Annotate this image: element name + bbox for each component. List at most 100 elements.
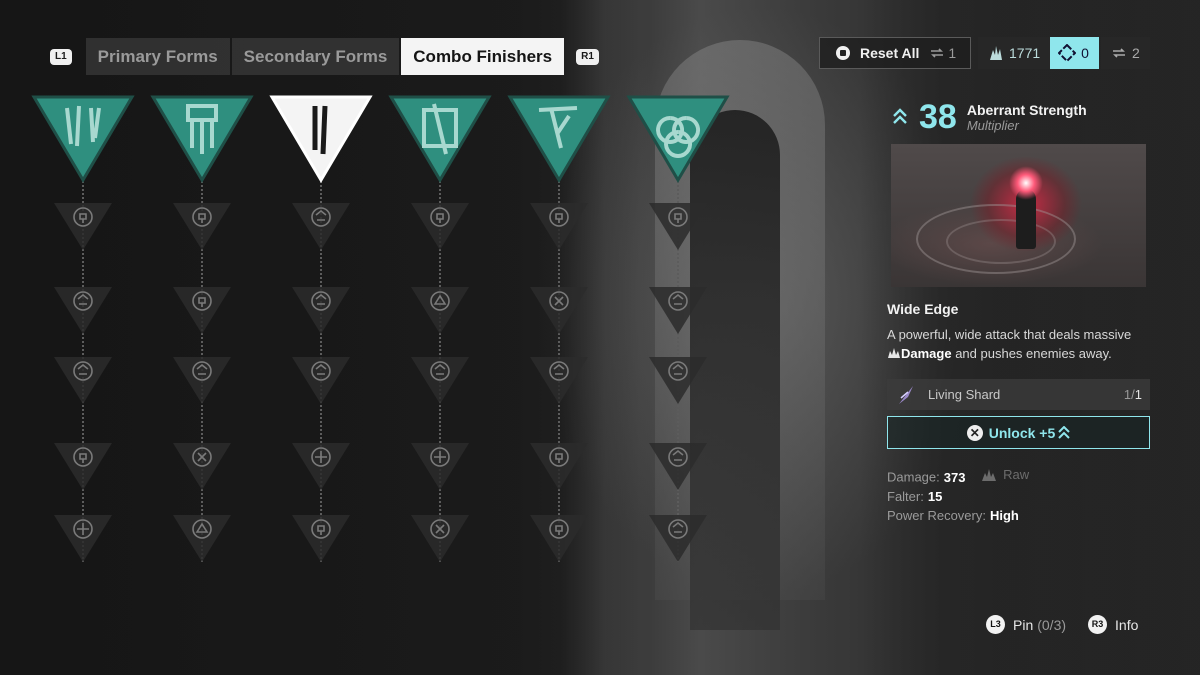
anchor-icon[interactable] xyxy=(290,512,352,564)
preview-ring-inner xyxy=(946,219,1056,264)
target-face-icon[interactable] xyxy=(171,284,233,336)
skull-plus-icon[interactable] xyxy=(290,284,352,336)
r3-button-icon[interactable]: R3 xyxy=(1088,615,1108,634)
preview-glow xyxy=(1009,166,1043,200)
skull-rays-icon[interactable] xyxy=(171,354,233,406)
shield-target-icon[interactable] xyxy=(528,284,590,336)
description-tail: and pushes enemies away. xyxy=(955,346,1112,361)
attribute-subtitle: Multiplier xyxy=(966,117,1019,133)
r1-button-hint[interactable]: R1 xyxy=(576,48,599,65)
skill-name: Wide Edge xyxy=(887,301,959,317)
skull-drip-icon[interactable] xyxy=(409,354,471,406)
thorn-icon[interactable] xyxy=(507,94,611,184)
reset-cost-value: 1 xyxy=(948,45,957,61)
cycle-open-icon[interactable] xyxy=(647,440,709,492)
flame-circle-icon[interactable] xyxy=(409,440,471,492)
description-text: A powerful, wide attack that deals massi… xyxy=(887,327,1132,342)
chevron-up-icon[interactable] xyxy=(52,354,114,406)
currency-b-value: 0 xyxy=(1081,45,1089,61)
rings-icon[interactable] xyxy=(626,94,730,184)
tab-combo-finishers[interactable]: Combo Finishers xyxy=(401,38,565,75)
control-hints: L3 Pin (0/3) R3 Info xyxy=(986,615,1138,634)
skill-column xyxy=(385,92,495,572)
requirement-name: Living Shard xyxy=(928,387,1001,402)
swirl-icon[interactable] xyxy=(647,512,709,564)
cross-circle-icon[interactable] xyxy=(52,512,114,564)
currency-b: 0 xyxy=(1050,37,1099,69)
tab-secondary-forms[interactable]: Secondary Forms xyxy=(231,38,400,75)
skill-stats: Damage: 373 Raw Falter: 15 Power Recovery:… xyxy=(887,465,1150,525)
clock-target-icon[interactable] xyxy=(290,440,352,492)
currency-c-value: 2 xyxy=(1131,45,1140,61)
fist-icon[interactable] xyxy=(409,284,471,336)
skill-column xyxy=(623,92,733,572)
damage-label: Damage: xyxy=(887,469,940,485)
attribute-name: Aberrant Strength xyxy=(966,101,1087,118)
requirement-have: 1 xyxy=(1123,387,1132,402)
respec-icon xyxy=(931,48,944,58)
power-recovery-value: High xyxy=(989,507,1019,523)
double-chevron-up-icon xyxy=(893,108,907,124)
hand-icon[interactable] xyxy=(171,512,233,564)
skill-column xyxy=(28,92,138,572)
pin-up-icon[interactable] xyxy=(52,440,114,492)
skill-column xyxy=(266,92,376,572)
stack-down-icon[interactable] xyxy=(290,200,352,252)
reset-all-button[interactable]: Reset All 1 xyxy=(819,37,971,69)
falter-value: 15 xyxy=(927,488,943,504)
required-level: 38 xyxy=(919,97,957,136)
requirement-row: Living Shard 1/1 xyxy=(887,379,1150,410)
damage-value: 373 xyxy=(943,469,966,485)
resource-bar: Reset All 1 1771 0 2 xyxy=(819,37,1150,69)
info-label[interactable]: Info xyxy=(1115,617,1138,633)
circle-down-icon[interactable] xyxy=(171,200,233,252)
skill-column xyxy=(147,92,257,572)
banner-icon[interactable] xyxy=(150,94,254,184)
cross-button-icon: ✕ xyxy=(966,424,983,441)
l1-button-hint[interactable]: L1 xyxy=(50,48,72,65)
currency-c: 2 xyxy=(1100,37,1150,69)
currency-a-value: 1771 xyxy=(1009,45,1041,61)
requirement-count: 1/1 xyxy=(1123,387,1142,402)
blade-icon[interactable] xyxy=(269,94,373,184)
l3-button-icon[interactable]: L3 xyxy=(986,615,1005,634)
unlock-button[interactable]: ✕ Unlock +5 xyxy=(887,416,1150,449)
skull-burst-icon[interactable] xyxy=(52,200,114,252)
damage-flame-icon xyxy=(888,348,900,358)
infinity-icon[interactable] xyxy=(409,512,471,564)
power-recovery-label: Power Recovery: xyxy=(887,507,986,523)
burst-flame-icon[interactable] xyxy=(528,440,590,492)
twin-blades-icon[interactable] xyxy=(31,94,135,184)
damage-type: Raw xyxy=(981,465,1029,484)
skill-description: A powerful, wide attack that deals massi… xyxy=(887,325,1150,363)
flame-down-icon[interactable] xyxy=(647,354,709,406)
square-slash-icon[interactable] xyxy=(388,94,492,184)
skill-preview-image xyxy=(891,144,1146,287)
description-damage: Damage xyxy=(901,346,952,361)
skill-header: 38 Aberrant Strength Multiplier xyxy=(887,96,1150,138)
skull-cross-icon[interactable] xyxy=(528,200,590,252)
unlock-label: Unlock +5 xyxy=(988,424,1056,441)
face-circle-icon[interactable] xyxy=(528,512,590,564)
diamond-ring-icon xyxy=(1058,44,1077,62)
burst-icon[interactable] xyxy=(528,354,590,406)
skull-down-icon[interactable] xyxy=(52,284,114,336)
cycle-icon[interactable] xyxy=(647,284,709,336)
form-tabs: L1 Primary Forms Secondary Forms Combo F… xyxy=(50,38,599,75)
requirement-need: 1 xyxy=(1134,387,1142,402)
double-chevron-up-icon xyxy=(1058,425,1070,439)
star-cross-icon[interactable] xyxy=(290,354,352,406)
reset-cost: 1 xyxy=(929,45,956,61)
skull-cycle-icon[interactable] xyxy=(647,200,709,252)
tab-primary-forms[interactable]: Primary Forms xyxy=(85,38,230,75)
crystal-icon xyxy=(990,46,1002,60)
circle-wave-icon[interactable] xyxy=(409,200,471,252)
detail-panel: 38 Aberrant Strength Multiplier Wide Edg… xyxy=(887,96,1150,525)
currency-a: 1771 xyxy=(978,37,1051,69)
skill-column xyxy=(504,92,614,572)
damage-type-label: Raw xyxy=(1003,467,1030,482)
raw-damage-icon xyxy=(982,468,997,481)
arrow-up-icon[interactable] xyxy=(171,440,233,492)
skill-tree xyxy=(28,92,738,572)
pin-label[interactable]: Pin xyxy=(1013,617,1033,633)
